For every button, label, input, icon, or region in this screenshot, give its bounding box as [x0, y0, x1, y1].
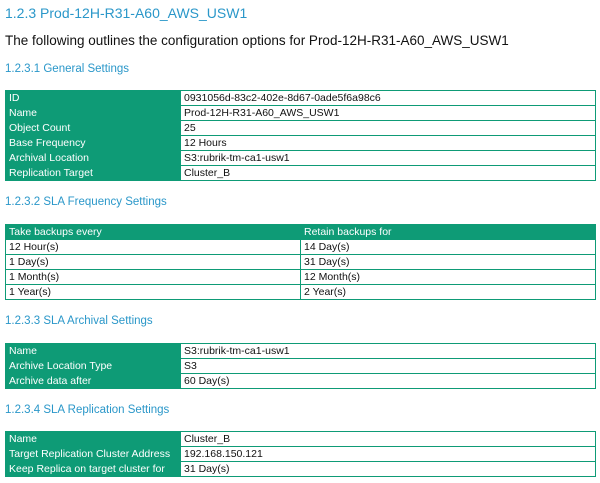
table-row: Archival Location S3:rubrik-tm-ca1-usw1: [5, 150, 596, 166]
row-value: Prod-12H-R31-A60_AWS_USW1: [180, 105, 596, 121]
row-value: 0931056d-83c2-402e-8d67-0ade5f6a98c6: [180, 90, 596, 106]
row-label: Name: [5, 343, 181, 359]
table-cell: 2 Year(s): [300, 284, 596, 300]
row-value: 60 Day(s): [180, 373, 596, 389]
row-value: 25: [180, 120, 596, 136]
row-label: Name: [5, 431, 181, 447]
table-cell: 1 Month(s): [5, 269, 301, 285]
sla-archival-heading: 1.2.3.3 SLA Archival Settings: [5, 315, 153, 327]
row-label: Keep Replica on target cluster for: [5, 461, 181, 477]
table-row: 1 Year(s) 2 Year(s): [5, 284, 596, 300]
column-header: Retain backups for: [300, 224, 596, 240]
table-row: 1 Month(s) 12 Month(s): [5, 269, 596, 285]
row-value: 12 Hours: [180, 135, 596, 151]
row-label: Replication Target: [5, 165, 181, 181]
table-row: Target Replication Cluster Address 192.16…: [5, 446, 596, 462]
row-label: Archive Location Type: [5, 358, 181, 374]
table-row: Object Count 25: [5, 120, 596, 136]
table-row: Archive Location Type S3: [5, 358, 596, 374]
general-settings-heading: 1.2.3.1 General Settings: [5, 63, 130, 75]
table-row: 12 Hour(s) 14 Day(s): [5, 239, 596, 255]
sla-frequency-table: Take backups every Retain backups for 12…: [5, 224, 596, 300]
table-cell: 1 Year(s): [5, 284, 301, 300]
row-label: ID: [5, 90, 181, 106]
section-intro: The following outlines the configuration…: [5, 33, 509, 48]
row-label: Base Frequency: [5, 135, 181, 151]
table-header-row: Take backups every Retain backups for: [5, 224, 596, 240]
table-row: 1 Day(s) 31 Day(s): [5, 254, 596, 270]
table-row: Base Frequency 12 Hours: [5, 135, 596, 151]
general-settings-table: ID 0931056d-83c2-402e-8d67-0ade5f6a98c6 N…: [5, 90, 596, 181]
row-label: Archival Location: [5, 150, 181, 166]
row-label: Object Count: [5, 120, 181, 136]
table-cell: 12 Month(s): [300, 269, 596, 285]
row-value: Cluster_B: [180, 431, 596, 447]
row-value: Cluster_B: [180, 165, 596, 181]
row-value: S3: [180, 358, 596, 374]
table-cell: 31 Day(s): [300, 254, 596, 270]
sla-replication-table: Name Cluster_B Target Replication Cluster…: [5, 431, 596, 477]
row-label: Target Replication Cluster Address: [5, 446, 181, 462]
row-value: 192.168.150.121: [180, 446, 596, 462]
row-value: S3:rubrik-tm-ca1-usw1: [180, 150, 596, 166]
table-cell: 14 Day(s): [300, 239, 596, 255]
sla-archival-table: Name S3:rubrik-tm-ca1-usw1 Archive Locati…: [5, 343, 596, 389]
sla-replication-heading: 1.2.3.4 SLA Replication Settings: [5, 404, 170, 416]
table-cell: 1 Day(s): [5, 254, 301, 270]
section-title: 1.2.3 Prod-12H-R31-A60_AWS_USW1: [5, 5, 248, 21]
row-value: S3:rubrik-tm-ca1-usw1: [180, 343, 596, 359]
table-row: ID 0931056d-83c2-402e-8d67-0ade5f6a98c6: [5, 90, 596, 106]
sla-frequency-heading: 1.2.3.2 SLA Frequency Settings: [5, 196, 167, 208]
table-row: Replication Target Cluster_B: [5, 165, 596, 181]
table-row: Archive data after 60 Day(s): [5, 373, 596, 389]
table-row: Name Cluster_B: [5, 431, 596, 447]
column-header: Take backups every: [5, 224, 301, 240]
row-label: Archive data after: [5, 373, 181, 389]
table-row: Keep Replica on target cluster for 31 Day…: [5, 461, 596, 477]
row-value: 31 Day(s): [180, 461, 596, 477]
row-label: Name: [5, 105, 181, 121]
table-row: Name S3:rubrik-tm-ca1-usw1: [5, 343, 596, 359]
table-cell: 12 Hour(s): [5, 239, 301, 255]
table-row: Name Prod-12H-R31-A60_AWS_USW1: [5, 105, 596, 121]
